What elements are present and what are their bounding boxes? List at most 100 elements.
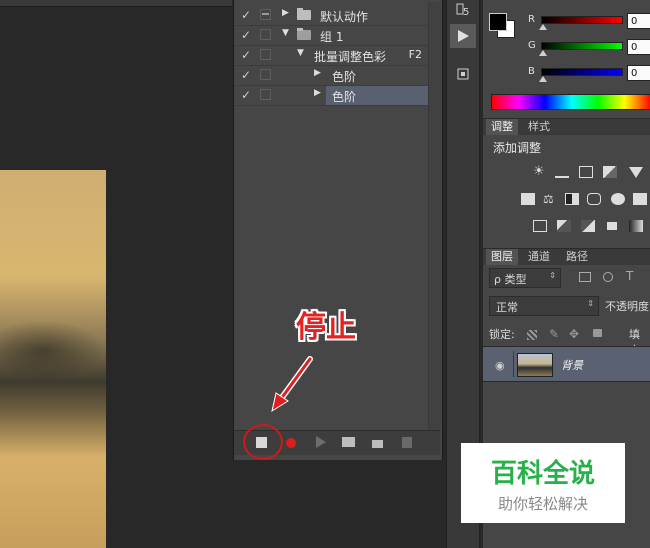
layer-name[interactable]: 背景 xyxy=(561,357,583,373)
lock-brush-icon[interactable]: ✎ xyxy=(549,327,559,341)
watermark-subtitle: 助你轻松解决 xyxy=(497,495,588,513)
tab-paths[interactable]: 路径 xyxy=(561,249,593,265)
tab-styles[interactable]: 样式 xyxy=(523,119,555,135)
action-label: 组 1 xyxy=(320,30,344,44)
dialog-toggle-icon[interactable] xyxy=(260,89,271,100)
lock-all-icon[interactable] xyxy=(593,329,602,337)
history-icon[interactable]: 5 xyxy=(455,2,471,18)
annotation-arrow-icon xyxy=(271,356,313,413)
toggle-check-icon[interactable]: ✓ xyxy=(241,88,251,102)
lock-transparent-icon[interactable] xyxy=(527,330,537,340)
filter-type-label: ρ 类型 xyxy=(494,273,527,286)
red-slider-thumb[interactable] xyxy=(539,24,547,30)
green-slider-thumb[interactable] xyxy=(539,50,547,56)
actions-scrollbar[interactable] xyxy=(428,2,441,430)
play-icon xyxy=(458,30,469,42)
photo-shadow xyxy=(0,320,106,380)
top-ruler xyxy=(0,0,232,7)
tab-adjustments[interactable]: 调整 xyxy=(486,119,518,135)
divider xyxy=(513,351,514,377)
new-action-icon[interactable] xyxy=(372,437,383,448)
record-button[interactable] xyxy=(286,438,296,448)
curves-icon[interactable] xyxy=(579,166,593,178)
brightness-icon[interactable]: ☀ xyxy=(533,165,547,178)
collapse-triangle-icon[interactable]: ▼ xyxy=(297,48,304,58)
photo-filter-icon[interactable] xyxy=(587,193,601,205)
stop-annotation-label: 停止 xyxy=(296,310,356,345)
opacity-label: 不透明度 xyxy=(605,300,649,313)
green-channel-label: G xyxy=(528,40,536,51)
shortcut-key: F2 xyxy=(408,48,422,61)
lock-label: 锁定: xyxy=(489,328,515,341)
filter-pixel-icon[interactable] xyxy=(579,272,591,282)
dialog-toggle-icon[interactable] xyxy=(260,9,271,20)
exposure-icon[interactable] xyxy=(603,166,617,178)
action-row-default[interactable]: ✓ ▶ 默认动作 xyxy=(234,6,430,26)
blue-value-field[interactable]: 0 xyxy=(627,65,650,81)
action-row-batch[interactable]: ✓ ▼ 批量调整色彩 F2 xyxy=(234,46,430,66)
layer-filter-select[interactable]: ρ 类型 ⇕ xyxy=(489,268,561,288)
posterize-icon[interactable] xyxy=(557,220,571,232)
color-lookup-icon[interactable] xyxy=(633,193,647,205)
toggle-check-icon[interactable]: ✓ xyxy=(241,68,251,82)
color-spectrum-ramp[interactable] xyxy=(491,94,650,110)
actions-panel: ✓ ▶ 默认动作 ✓ ▼ 组 1 ✓ ▼ 批量调整色彩 F2 ✓ ▶ 色阶 ✓ … xyxy=(233,0,443,460)
watermark-badge: 百科全说 助你轻松解决 xyxy=(461,443,625,523)
black-white-icon[interactable] xyxy=(565,193,579,205)
delete-trash-icon[interactable] xyxy=(402,437,412,448)
select-arrows-icon: ⇕ xyxy=(587,299,594,308)
dialog-toggle-icon[interactable] xyxy=(260,69,271,80)
expand-triangle-icon[interactable]: ▶ xyxy=(282,8,289,18)
toggle-check-icon[interactable]: ✓ xyxy=(241,8,251,22)
selective-color-icon[interactable] xyxy=(605,220,619,232)
green-slider[interactable] xyxy=(541,42,623,50)
foreground-color-swatch[interactable] xyxy=(489,13,507,31)
tab-channels[interactable]: 通道 xyxy=(523,249,555,265)
new-set-folder-icon[interactable] xyxy=(342,437,355,447)
expand-triangle-icon[interactable]: ▶ xyxy=(314,68,321,78)
open-folder-icon xyxy=(297,28,311,40)
play-button[interactable] xyxy=(316,436,326,448)
action-row-levels[interactable]: ✓ ▶ 色阶 xyxy=(234,66,430,86)
red-channel-label: R xyxy=(528,14,535,25)
gradient-map-icon[interactable] xyxy=(629,220,643,232)
folder-icon xyxy=(297,8,311,20)
layer-row-background[interactable]: ◉ 背景 xyxy=(483,346,650,382)
watermark-title: 百科全说 xyxy=(490,459,595,489)
toggle-check-icon[interactable]: ✓ xyxy=(241,48,251,62)
blue-channel-label: B xyxy=(528,66,535,77)
3d-cube-icon[interactable] xyxy=(455,66,471,82)
threshold-icon[interactable] xyxy=(581,220,595,232)
add-adjustment-title: 添加调整 xyxy=(493,141,542,155)
actions-panel-toggle[interactable] xyxy=(450,24,476,48)
action-label: 色阶 xyxy=(332,90,357,104)
tab-layers[interactable]: 图层 xyxy=(486,249,518,265)
invert-icon[interactable] xyxy=(533,220,547,232)
blend-mode-select[interactable]: 正常 ⇕ xyxy=(489,296,599,316)
action-label: 色阶 xyxy=(332,70,357,84)
filter-type-icon[interactable]: T xyxy=(626,269,633,283)
dialog-toggle-icon[interactable] xyxy=(260,29,271,40)
lock-move-icon[interactable]: ✥ xyxy=(569,327,579,341)
action-row-group1[interactable]: ✓ ▼ 组 1 xyxy=(234,26,430,46)
hue-saturation-icon[interactable] xyxy=(521,193,535,205)
vibrance-icon[interactable] xyxy=(629,167,643,178)
levels-icon[interactable] xyxy=(555,166,569,178)
collapse-triangle-icon[interactable]: ▼ xyxy=(282,28,289,38)
blue-slider[interactable] xyxy=(541,68,623,76)
channel-mixer-icon[interactable] xyxy=(611,193,625,205)
dialog-toggle-icon[interactable] xyxy=(260,49,271,60)
red-slider[interactable] xyxy=(541,16,623,24)
svg-text:5: 5 xyxy=(463,7,469,18)
color-balance-icon[interactable]: ⚖ xyxy=(543,193,557,205)
layers-tabbar: 图层 通道 路径 xyxy=(483,248,650,265)
red-value-field[interactable]: 0 xyxy=(627,13,650,29)
expand-triangle-icon[interactable]: ▶ xyxy=(314,88,321,98)
visibility-eye-icon[interactable]: ◉ xyxy=(495,359,505,372)
green-value-field[interactable]: 0 xyxy=(627,39,650,55)
filter-adjustment-icon[interactable] xyxy=(603,272,613,282)
blue-slider-thumb[interactable] xyxy=(539,76,547,82)
toggle-check-icon[interactable]: ✓ xyxy=(241,28,251,42)
action-row-levels-selected[interactable]: ✓ ▶ 色阶 xyxy=(234,86,430,106)
adjustments-tabbar: 调整 样式 xyxy=(483,118,650,135)
